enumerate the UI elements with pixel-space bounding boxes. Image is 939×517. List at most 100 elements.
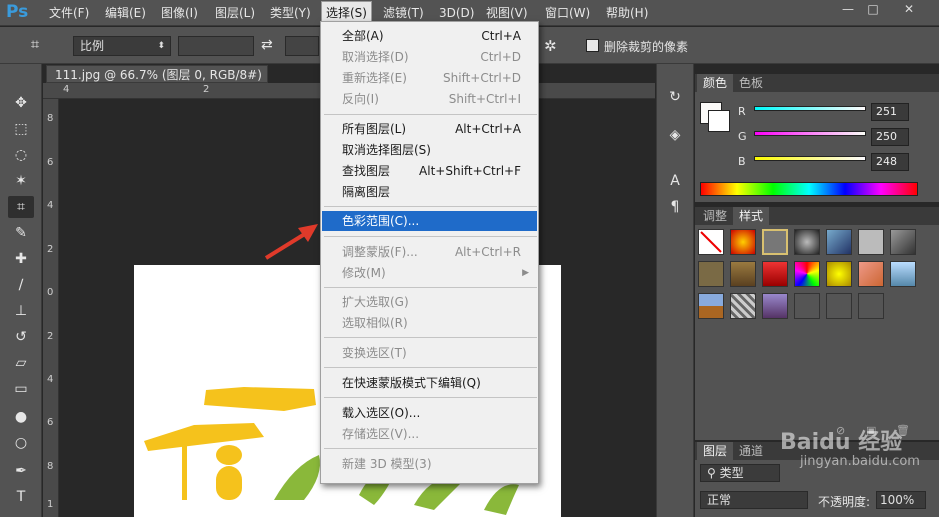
layer-kind-value: 类型 <box>719 466 744 480</box>
menu-item-label: 载入选区(O)... <box>342 406 421 420</box>
menu-item-deselect-layers[interactable]: 取消选择图层(S) <box>322 140 537 160</box>
paragraph-icon[interactable]: ¶ <box>664 196 686 218</box>
style-swatch[interactable] <box>730 229 756 255</box>
menu-item-inverse[interactable]: 反向(I) Shift+Ctrl+I <box>322 89 537 109</box>
menu-item-transform-selection[interactable]: 变换选区(T) <box>322 343 537 363</box>
style-swatch[interactable] <box>698 261 724 287</box>
close-button[interactable]: ✕ <box>898 0 920 18</box>
style-swatch[interactable] <box>890 229 916 255</box>
style-swatch[interactable] <box>890 261 916 287</box>
brush-tool-icon[interactable]: ∕ <box>8 274 34 296</box>
lasso-tool-icon[interactable]: ◌ <box>8 144 34 166</box>
menu-image[interactable]: 图像(I) <box>161 0 198 26</box>
menu-item-save-selection[interactable]: 存储选区(V)... <box>322 424 537 444</box>
red-value-input[interactable]: 251 <box>871 103 909 121</box>
style-swatch[interactable] <box>730 261 756 287</box>
style-swatch[interactable] <box>826 293 852 319</box>
history-brush-tool-icon[interactable]: ↺ <box>8 326 34 348</box>
color-ramp[interactable] <box>700 182 918 196</box>
watermark-url: jingyan.baidu.com <box>800 454 920 469</box>
style-swatch[interactable] <box>858 261 884 287</box>
menu-item-label: 所有图层(L) <box>342 122 407 136</box>
menu-item-select-all[interactable]: 全部(A) Ctrl+A <box>322 26 537 46</box>
document-tab[interactable]: 111.jpg @ 66.7% (图层 0, RGB/8#) *× <box>46 65 268 100</box>
layer-kind-filter[interactable]: ⚲ 类型 <box>700 464 780 482</box>
tab-color[interactable]: 颜色 <box>697 74 734 92</box>
style-swatch[interactable] <box>762 261 788 287</box>
style-swatch[interactable] <box>794 229 820 255</box>
tab-adjustments[interactable]: 调整 <box>697 207 733 225</box>
width-field[interactable] <box>178 36 254 56</box>
style-swatch[interactable] <box>794 293 820 319</box>
tab-swatches[interactable]: 色板 <box>733 74 769 92</box>
delete-cropped-checkbox[interactable] <box>586 39 599 52</box>
style-swatch[interactable] <box>730 293 756 319</box>
pen-tool-icon[interactable]: ✒ <box>8 460 34 482</box>
blur-tool-icon[interactable]: ● <box>8 406 34 428</box>
style-none-swatch[interactable] <box>698 229 724 255</box>
menu-item-similar[interactable]: 选取相似(R) <box>322 313 537 333</box>
menu-item-isolate-layers[interactable]: 隔离图层 <box>322 182 537 202</box>
green-value-input[interactable]: 250 <box>871 128 909 146</box>
maximize-button[interactable]: □ <box>862 0 884 18</box>
red-channel-label: R <box>738 105 746 118</box>
style-swatch[interactable] <box>858 229 884 255</box>
menu-item-load-selection[interactable]: 载入选区(O)... <box>322 403 537 423</box>
menu-item-quick-mask[interactable]: 在快速蒙版模式下编辑(Q) <box>322 373 537 393</box>
menu-edit[interactable]: 编辑(E) <box>105 0 146 26</box>
3d-icon[interactable]: ◈ <box>664 124 686 146</box>
menu-item-modify[interactable]: 修改(M) ▶ <box>322 263 537 283</box>
style-swatch[interactable] <box>698 293 724 319</box>
menu-item-reselect[interactable]: 重新选择(E) Shift+Ctrl+D <box>322 68 537 88</box>
menu-window[interactable]: 窗口(W) <box>545 0 590 26</box>
menu-type[interactable]: 类型(Y) <box>270 0 311 26</box>
blend-mode-select[interactable]: 正常 <box>700 491 808 509</box>
tab-layers[interactable]: 图层 <box>697 442 734 460</box>
menu-item-grow[interactable]: 扩大选取(G) <box>322 292 537 312</box>
minimize-button[interactable]: — <box>837 0 859 18</box>
height-field[interactable] <box>285 36 319 56</box>
blue-value-input[interactable]: 248 <box>871 153 909 171</box>
dodge-tool-icon[interactable]: ○ <box>8 432 34 454</box>
history-icon[interactable]: ↻ <box>664 86 686 108</box>
clone-stamp-tool-icon[interactable]: ⊥ <box>8 300 34 322</box>
character-icon[interactable]: A <box>664 170 686 192</box>
menu-item-all-layers[interactable]: 所有图层(L) Alt+Ctrl+A <box>322 119 537 139</box>
style-swatch[interactable] <box>794 261 820 287</box>
menu-item-find-layers[interactable]: 查找图层 Alt+Shift+Ctrl+F <box>322 161 537 181</box>
eyedropper-tool-icon[interactable]: ✎ <box>8 222 34 244</box>
gradient-tool-icon[interactable]: ▭ <box>8 378 34 400</box>
menu-item-refine-mask[interactable]: 调整蒙版(F)... Alt+Ctrl+R <box>322 242 537 262</box>
style-swatch[interactable] <box>826 229 852 255</box>
menu-file[interactable]: 文件(F) <box>49 0 89 26</box>
style-swatch[interactable] <box>762 293 788 319</box>
red-slider[interactable] <box>754 106 866 111</box>
menu-item-deselect[interactable]: 取消选择(D) Ctrl+D <box>322 47 537 67</box>
style-swatch[interactable] <box>826 261 852 287</box>
tab-styles[interactable]: 样式 <box>733 207 770 225</box>
healing-brush-tool-icon[interactable]: ✚ <box>8 248 34 270</box>
menu-layer[interactable]: 图层(L) <box>215 0 255 26</box>
opacity-input[interactable]: 100% <box>876 491 926 509</box>
green-slider[interactable] <box>754 131 866 136</box>
gear-icon[interactable]: ✲ <box>544 37 557 55</box>
tab-channels[interactable]: 通道 <box>733 442 769 460</box>
style-swatch[interactable] <box>762 229 788 255</box>
magic-wand-tool-icon[interactable]: ✶ <box>8 170 34 192</box>
crop-tool-icon[interactable]: ⌗ <box>8 196 34 218</box>
menu-item-new-3d-model[interactable]: 新建 3D 模型(3) <box>322 454 537 474</box>
ratio-select[interactable]: 比例 ⬍ <box>73 36 171 56</box>
blue-slider[interactable] <box>754 156 866 161</box>
style-swatch[interactable] <box>858 293 884 319</box>
menu-item-shortcut: Alt+Shift+Ctrl+F <box>419 164 521 178</box>
move-tool-icon[interactable]: ✥ <box>8 92 34 114</box>
menu-help[interactable]: 帮助(H) <box>606 0 648 26</box>
swap-icon[interactable]: ⇄ <box>261 37 273 53</box>
type-tool-icon[interactable]: T <box>8 486 34 508</box>
eraser-tool-icon[interactable]: ▱ <box>8 352 34 374</box>
menu-item-color-range[interactable]: 色彩范围(C)... <box>322 211 537 231</box>
marquee-tool-icon[interactable]: ⬚ <box>8 118 34 140</box>
crop-tool-preset-icon[interactable]: ⌗ <box>24 35 46 55</box>
grass-shape <box>274 455 320 500</box>
background-color[interactable] <box>708 110 730 132</box>
